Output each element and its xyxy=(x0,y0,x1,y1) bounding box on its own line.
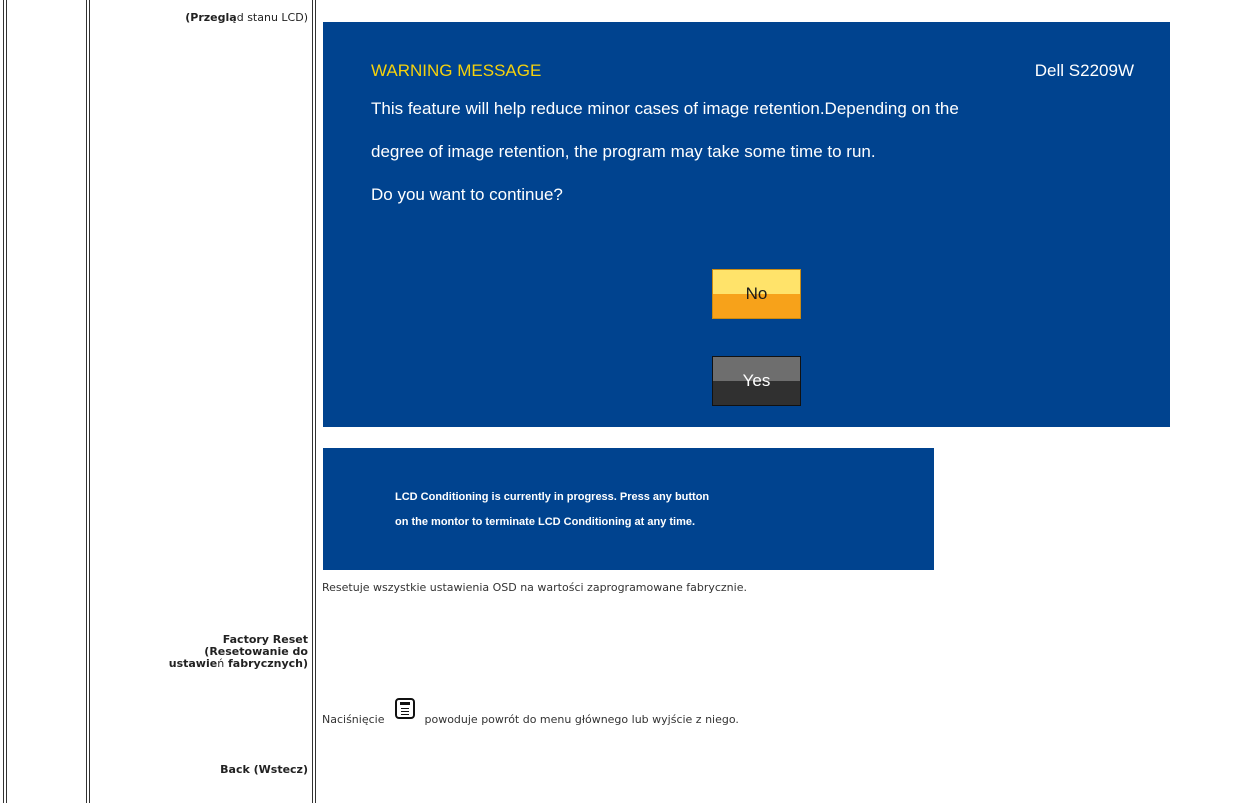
table-rule xyxy=(315,0,316,803)
factory-reset-part: fabrycznych) xyxy=(224,657,308,670)
table-rule xyxy=(312,0,313,803)
menu-icon xyxy=(395,698,416,719)
lcd-status-label: (Przegląd stanu LCD) xyxy=(185,12,308,24)
lcd-conditioning-banner: LCD Conditioning is currently in progres… xyxy=(323,448,934,570)
lcd-status-rest: d stanu LCD) xyxy=(236,11,308,24)
table-rule xyxy=(86,0,87,803)
warning-question: Do you want to continue? xyxy=(371,185,563,204)
manual-page: (Przegląd stanu LCD) WARNING MESSAGE Del… xyxy=(0,0,1233,803)
table-rule xyxy=(89,0,90,803)
no-button[interactable]: No xyxy=(712,269,801,319)
factory-reset-description: Resetuje wszystkie ustawienia OSD na war… xyxy=(322,581,747,594)
back-description-after: powoduje powrót do menu głównego lub wyj… xyxy=(424,713,739,726)
table-rule xyxy=(6,0,7,803)
warning-dialog: WARNING MESSAGE Dell S2209W This feature… xyxy=(323,22,1170,427)
back-description: Naciśnięcie powoduje powrót do menu główn… xyxy=(322,698,739,727)
banner-line: LCD Conditioning is currently in progres… xyxy=(395,491,710,503)
lcd-status-bold: (Przeglą xyxy=(185,11,237,24)
back-description-before: Naciśnięcie xyxy=(322,713,385,726)
monitor-model: Dell S2209W xyxy=(1034,61,1134,80)
factory-reset-line: ustawień fabrycznych) xyxy=(108,658,308,670)
table-rule xyxy=(3,0,4,803)
factory-reset-label: Factory Reset (Resetowanie do ustawień f… xyxy=(108,634,308,670)
warning-text-line: This feature will help reduce minor case… xyxy=(371,99,959,118)
banner-line: on the montor to terminate LCD Condition… xyxy=(395,516,696,528)
factory-reset-part: ustawie xyxy=(168,657,218,670)
warning-title: WARNING MESSAGE xyxy=(371,61,542,80)
yes-button[interactable]: Yes xyxy=(712,356,801,406)
back-label: Back (Wstecz) xyxy=(220,763,308,776)
warning-text-line: degree of image retention, the program m… xyxy=(371,142,876,161)
